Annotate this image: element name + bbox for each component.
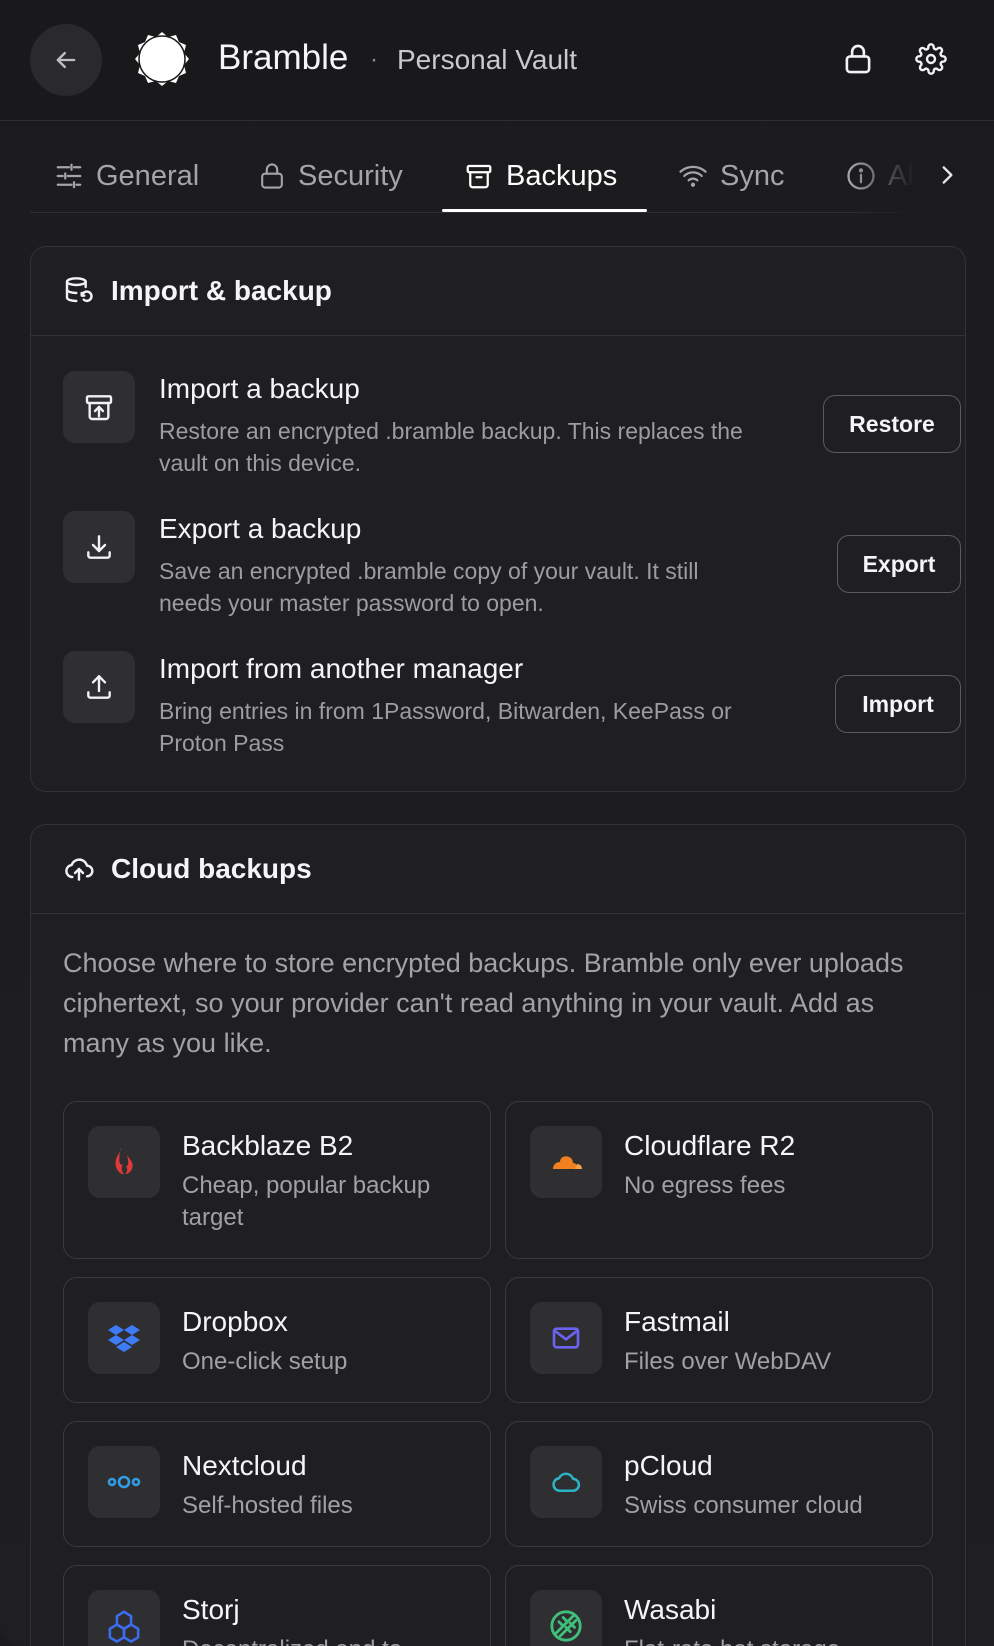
app-name: Bramble	[218, 38, 349, 77]
header: Bramble · Personal Vault	[0, 0, 994, 121]
cloud-outline-icon	[530, 1446, 602, 1518]
settings-window: Bramble · Personal Vault General Securit…	[0, 0, 994, 1646]
export-backup-row: Export a backup Save an encrypted .bramb…	[63, 511, 961, 631]
provider-description: Swiss consumer cloud	[624, 1492, 863, 1519]
settings-tabs: General Security Backups Sync Ab	[30, 140, 940, 213]
archive-icon	[464, 161, 494, 191]
bramble-logo-icon	[133, 30, 191, 88]
lock-button[interactable]	[839, 40, 877, 78]
download-icon	[63, 511, 135, 583]
vault-name: Personal Vault	[397, 44, 578, 75]
sliders-icon	[54, 161, 84, 191]
import-backup-row: Import a backup Restore an encrypted .br…	[63, 371, 961, 491]
wasabi-leaf-icon	[530, 1590, 602, 1646]
nextcloud-icon	[88, 1446, 160, 1518]
provider-description: Cheap, popular backup target	[182, 1172, 431, 1231]
row-title: Import a backup	[159, 373, 360, 404]
card-header: Cloud backups	[31, 825, 965, 914]
provider-description: Flat-rate hot storage	[624, 1634, 914, 1646]
import-button[interactable]: Import	[835, 675, 961, 733]
settings-button[interactable]	[912, 40, 950, 78]
card-title: Cloud backups	[111, 853, 312, 884]
provider-fastmail[interactable]: Fastmail Files over WebDAV	[505, 1277, 933, 1403]
provider-wasabi[interactable]: Wasabi Flat-rate hot storage	[505, 1565, 933, 1646]
export-button[interactable]: Export	[837, 535, 961, 593]
active-tab-indicator	[442, 209, 647, 212]
tab-label: Backups	[506, 159, 618, 192]
provider-backblaze[interactable]: Backblaze B2 Cheap, popular backup targe…	[63, 1101, 491, 1259]
provider-name: Wasabi	[624, 1594, 717, 1625]
provider-name: Fastmail	[624, 1306, 730, 1337]
dropbox-icon	[88, 1302, 160, 1374]
tab-label: General	[96, 159, 200, 192]
wifi-icon	[678, 161, 708, 191]
chevron-right-icon	[934, 162, 960, 188]
row-description: Restore an encrypted .bramble backup. Th…	[159, 418, 743, 476]
cloudflare-cloud-icon	[530, 1126, 602, 1198]
provider-description: Decentralized and to	[182, 1634, 472, 1646]
restore-button[interactable]: Restore	[823, 395, 961, 453]
storj-cubes-icon	[88, 1590, 160, 1646]
tab-security[interactable]: Security	[258, 154, 403, 198]
arrow-left-icon	[52, 46, 80, 74]
database-restore-icon	[63, 275, 95, 307]
tab-label: Security	[298, 159, 403, 192]
back-button[interactable]	[30, 24, 102, 96]
provider-cloudflare[interactable]: Cloudflare R2 No egress fees	[505, 1101, 933, 1259]
import-backup-card: Import & backup Import a backup Restore …	[30, 246, 966, 792]
provider-description: Self-hosted files	[182, 1492, 353, 1519]
provider-pcloud[interactable]: pCloud Swiss consumer cloud	[505, 1421, 933, 1547]
provider-description: No egress fees	[624, 1172, 786, 1199]
backblaze-flame-icon	[88, 1126, 160, 1198]
import-manager-row: Import from another manager Bring entrie…	[63, 651, 961, 771]
gear-icon	[915, 43, 947, 75]
tab-label: Sync	[720, 159, 785, 192]
mail-icon	[530, 1302, 602, 1374]
provider-nextcloud[interactable]: Nextcloud Self-hosted files	[63, 1421, 491, 1547]
tab-sync[interactable]: Sync	[678, 154, 784, 198]
cloud-upload-icon	[63, 853, 95, 885]
lock-icon	[258, 161, 286, 191]
title-separator: ·	[370, 46, 378, 73]
provider-name: pCloud	[624, 1450, 713, 1481]
provider-name: Dropbox	[182, 1306, 288, 1337]
provider-dropbox[interactable]: Dropbox One-click setup	[63, 1277, 491, 1403]
cloud-backups-card: Cloud backups Choose where to store encr…	[30, 824, 966, 1646]
row-title: Export a backup	[159, 513, 362, 544]
provider-description: One-click setup	[182, 1348, 348, 1375]
tabs-scroll-right-button[interactable]	[930, 158, 964, 192]
provider-name: Nextcloud	[182, 1450, 307, 1481]
row-description: Bring entries in from 1Password, Bitward…	[159, 698, 732, 756]
provider-storj[interactable]: Storj Decentralized and to	[63, 1565, 491, 1646]
provider-description: Files over WebDAV	[624, 1348, 832, 1375]
upload-icon	[63, 651, 135, 723]
provider-name: Storj	[182, 1594, 240, 1625]
card-header: Import & backup	[31, 247, 965, 336]
row-description: Save an encrypted .bramble copy of your …	[159, 558, 699, 616]
lock-icon	[842, 42, 874, 76]
row-title: Import from another manager	[159, 653, 524, 684]
archive-upload-icon	[63, 371, 135, 443]
provider-name: Backblaze B2	[182, 1130, 354, 1161]
tab-general[interactable]: General	[54, 154, 199, 198]
cloud-intro-text: Choose where to store encrypted backups.…	[63, 948, 904, 1058]
tab-backups[interactable]: Backups	[464, 154, 617, 198]
tabs-fade-overlay	[850, 130, 994, 216]
card-title: Import & backup	[111, 275, 332, 306]
provider-name: Cloudflare R2	[624, 1130, 796, 1161]
